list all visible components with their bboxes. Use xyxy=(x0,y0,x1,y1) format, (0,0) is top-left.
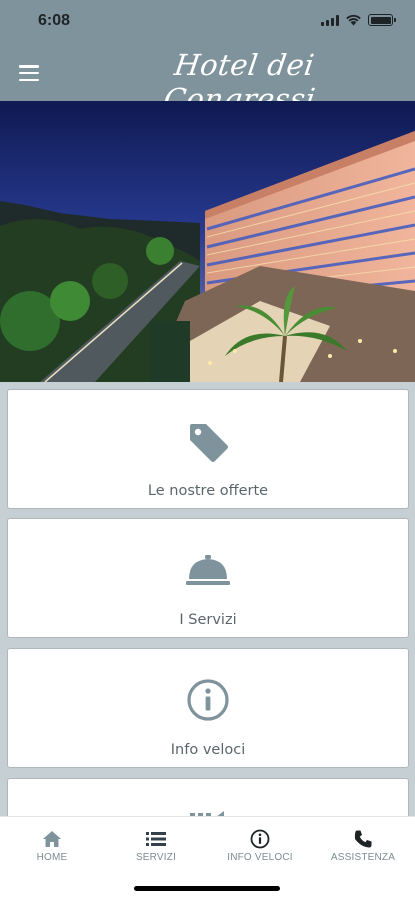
list-icon xyxy=(146,832,166,846)
menu-card-list: Le nostre offerte I Servizi Info veloci xyxy=(0,382,415,816)
home-icon xyxy=(43,831,61,847)
tab-servizi[interactable]: SERVIZI xyxy=(104,817,208,869)
card-partial[interactable] xyxy=(7,778,409,816)
partial-icon xyxy=(190,811,224,816)
wifi-icon xyxy=(346,14,361,26)
status-time: 6:08 xyxy=(38,12,71,29)
tag-icon xyxy=(190,424,228,462)
card-info-veloci[interactable]: Info veloci xyxy=(7,648,409,768)
card-label: Le nostre offerte xyxy=(147,483,269,499)
tab-home[interactable]: HOME xyxy=(0,817,104,869)
hotel-hero-image xyxy=(0,101,415,382)
status-bar: 6:08 xyxy=(0,0,415,44)
app-header: 6:08 Hotel dei Congressi xyxy=(0,0,415,116)
card-servizi[interactable]: I Servizi xyxy=(7,518,409,638)
card-offerte[interactable]: Le nostre offerte xyxy=(7,389,409,509)
tab-label: INFO VELOCI xyxy=(227,852,293,863)
tab-label: HOME xyxy=(36,852,68,863)
card-label: I Servizi xyxy=(179,612,237,628)
hotel-photo-illustration xyxy=(0,101,415,382)
cloche-icon xyxy=(186,555,230,585)
info-icon xyxy=(187,679,229,721)
cellular-signal-icon xyxy=(321,14,339,26)
home-indicator xyxy=(134,886,280,891)
tab-assistenza[interactable]: ASSISTENZA xyxy=(311,817,415,869)
phone-icon xyxy=(354,830,372,848)
battery-icon xyxy=(368,14,396,26)
tab-info-veloci[interactable]: INFO VELOCI xyxy=(208,817,312,869)
hamburger-menu-button[interactable] xyxy=(18,64,40,82)
card-label: Info veloci xyxy=(170,742,246,758)
info-icon xyxy=(250,829,270,849)
tab-label: ASSISTENZA xyxy=(330,852,396,863)
tab-label: SERVIZI xyxy=(135,852,177,863)
status-icons xyxy=(321,14,396,26)
